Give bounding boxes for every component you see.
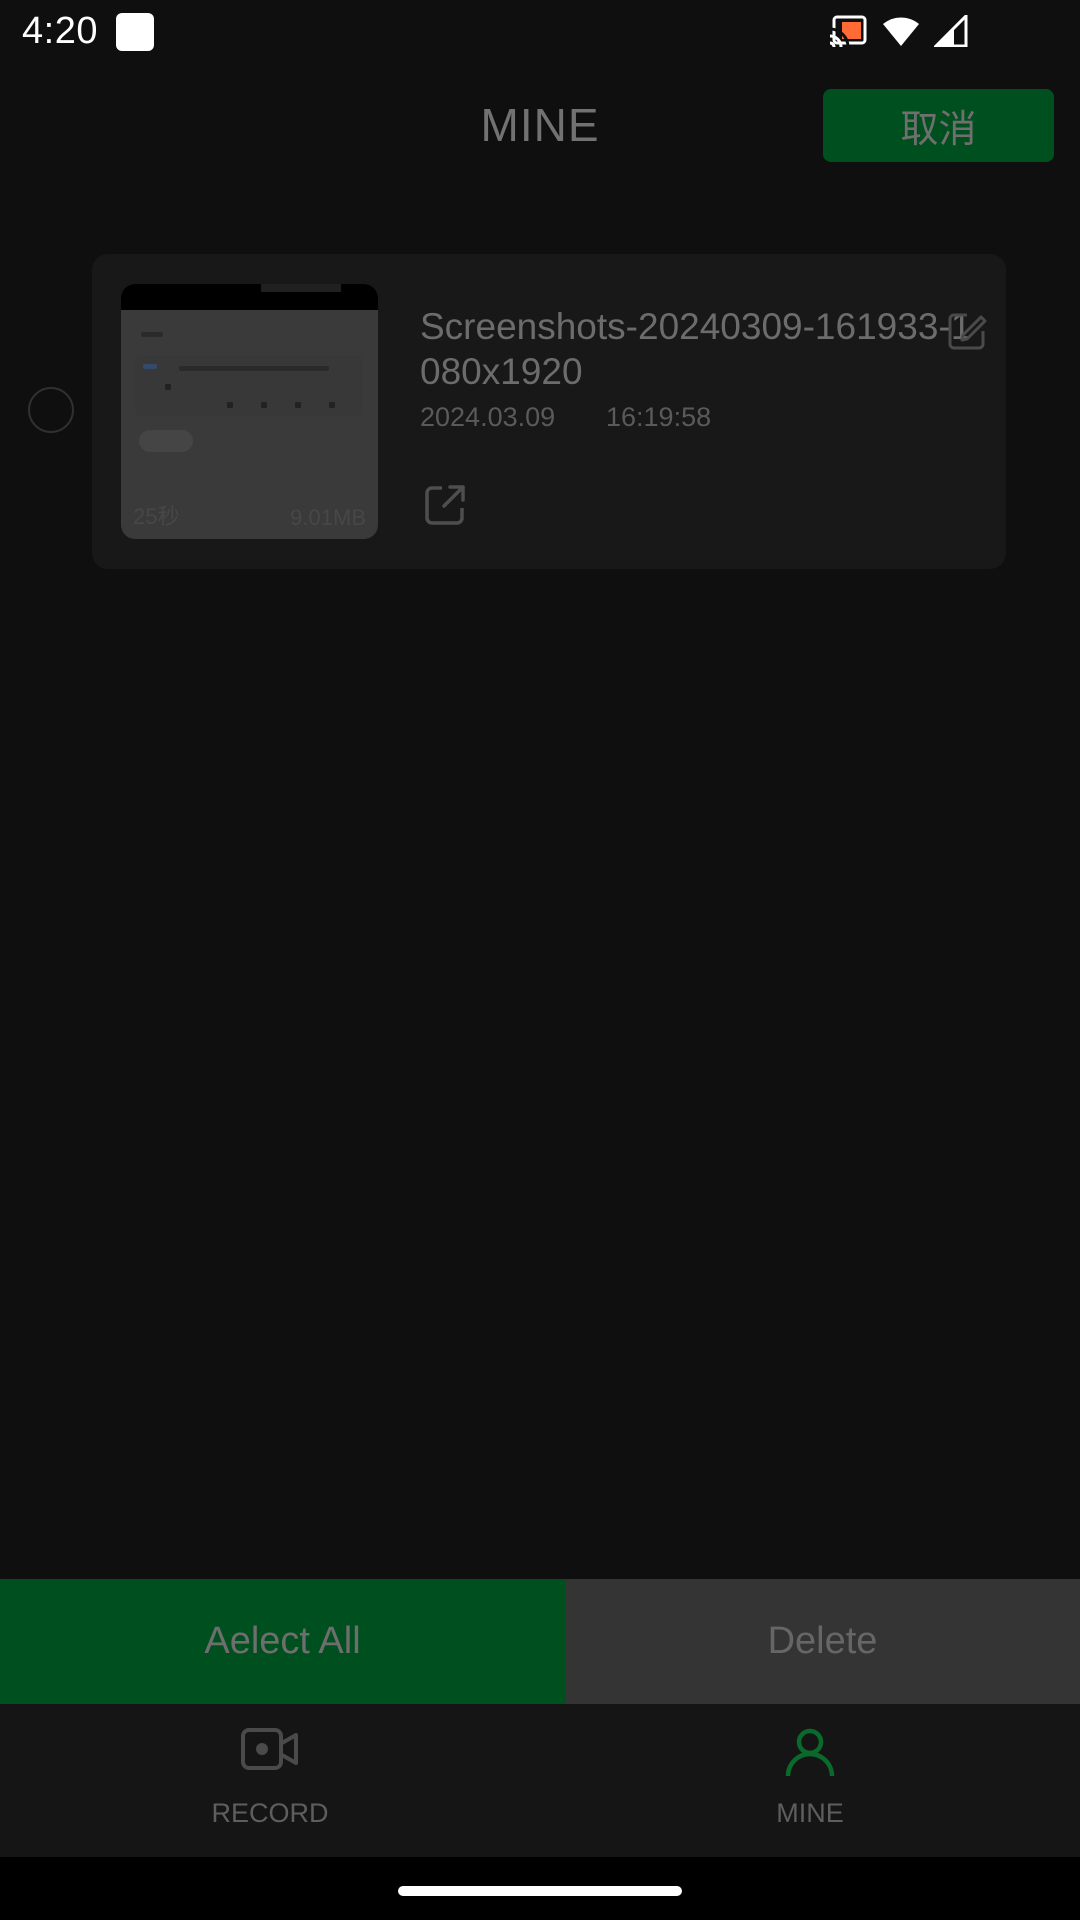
- home-indicator[interactable]: [398, 1886, 682, 1896]
- file-time: 16:19:58: [606, 402, 712, 432]
- nav-label-record: RECORD: [211, 1798, 329, 1828]
- file-date: 2024.03.09: [420, 402, 556, 432]
- app-notification-icon: [116, 13, 154, 51]
- person-icon: [785, 1728, 835, 1777]
- file-name: Screenshots-20240309-161933-1080x1920: [420, 306, 972, 392]
- wifi-icon: [883, 17, 919, 46]
- nav-label-mine: MINE: [776, 1798, 844, 1828]
- select-radio[interactable]: [28, 387, 74, 433]
- video-camera-icon: [241, 1728, 298, 1770]
- status-bar: 4:20: [0, 0, 1080, 63]
- status-icons: [828, 14, 968, 48]
- bottom-nav: RECORD MINE: [0, 1704, 1080, 1857]
- video-thumbnail[interactable]: 25秒 9.01MB: [121, 284, 378, 539]
- cell-signal-icon: [934, 15, 968, 47]
- cast-icon: [829, 15, 867, 48]
- delete-button[interactable]: Delete: [565, 1579, 1080, 1704]
- cancel-button[interactable]: 取消: [823, 89, 1054, 162]
- share-icon[interactable]: [422, 482, 468, 528]
- nav-item-mine[interactable]: MINE: [540, 1704, 1080, 1857]
- edit-icon[interactable]: [945, 309, 989, 353]
- select-all-button[interactable]: Aelect All: [0, 1579, 565, 1704]
- recording-card[interactable]: 25秒 9.01MB Screenshots-20240309-161933-1…: [92, 254, 1006, 569]
- file-size: 9.01MB: [290, 505, 366, 530]
- status-time: 4:20: [22, 10, 98, 52]
- nav-item-record[interactable]: RECORD: [0, 1704, 540, 1857]
- system-nav-bar: [0, 1857, 1080, 1920]
- video-duration: 25秒: [133, 504, 180, 529]
